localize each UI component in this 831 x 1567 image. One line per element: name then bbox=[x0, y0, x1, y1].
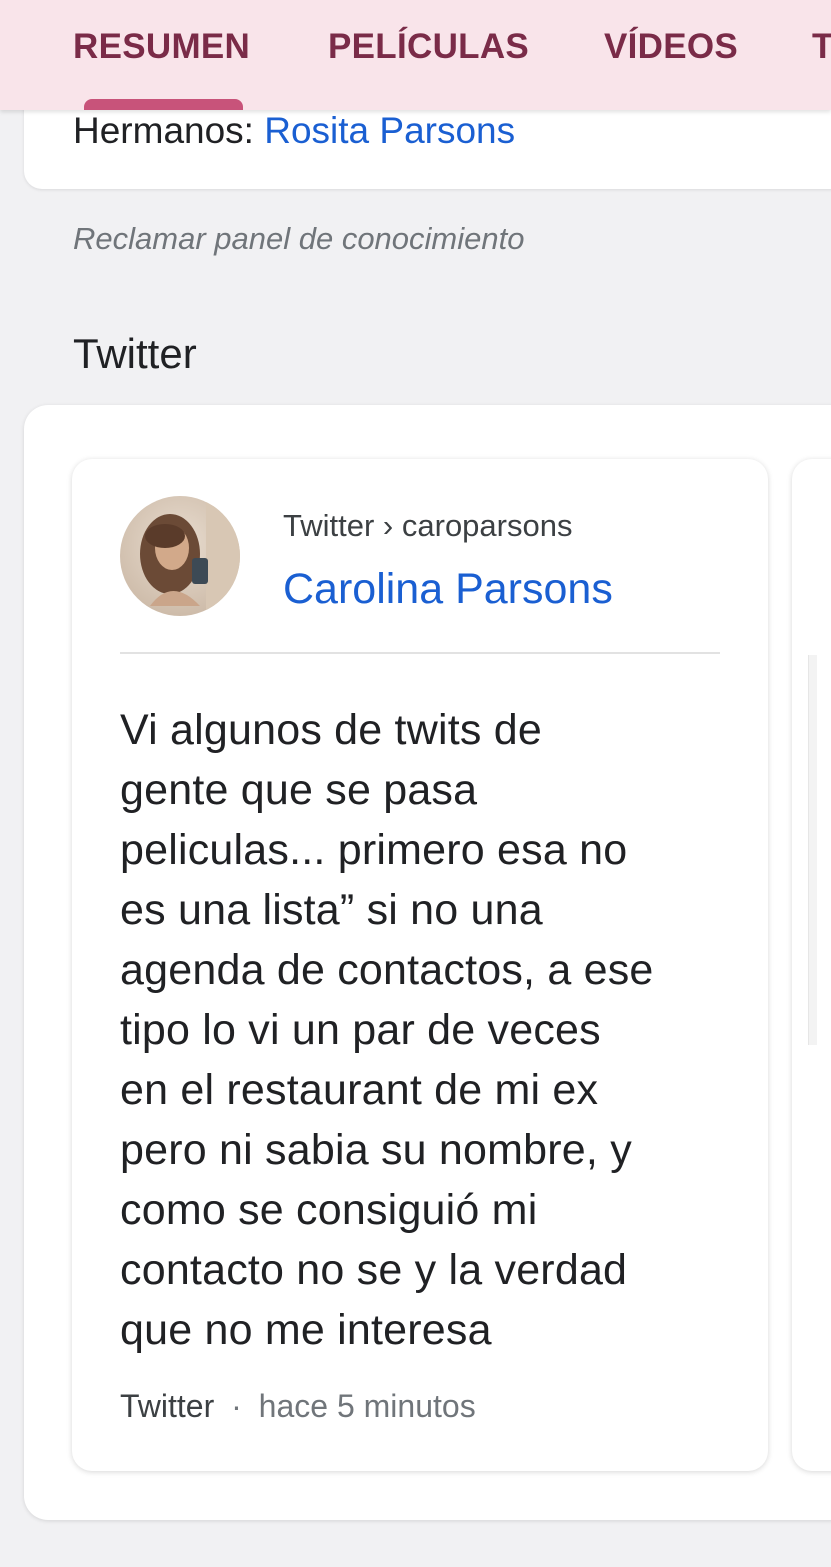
tweet-divider bbox=[120, 652, 720, 654]
siblings-row: Hermanos: Rosita Parsons bbox=[73, 110, 515, 152]
breadcrumb-separator: › bbox=[382, 508, 394, 543]
tweet-line: pero ni sabia su nombre, y bbox=[120, 1126, 632, 1174]
tweet-line: peliculas... primero esa no bbox=[120, 826, 628, 874]
avatar[interactable] bbox=[120, 496, 240, 616]
tab-next-partial[interactable]: T bbox=[812, 27, 831, 67]
tweet-line: en el restaurant de mi ex bbox=[120, 1066, 599, 1114]
siblings-label: Hermanos: bbox=[73, 110, 254, 151]
tab-videos[interactable]: VÍDEOS bbox=[604, 27, 738, 67]
tweet-text: Vi algunos de twits de gente que se pasa… bbox=[120, 700, 740, 1360]
tweet-source-breadcrumb: Twitter › caroparsons bbox=[283, 508, 572, 544]
tweet-timestamp: hace 5 minutos bbox=[258, 1388, 476, 1424]
sibling-link[interactable]: Rosita Parsons bbox=[264, 110, 515, 151]
avatar-photo-icon bbox=[120, 496, 240, 616]
tweet-line: como se consiguió mi bbox=[120, 1186, 538, 1234]
next-tweet-card-edge bbox=[808, 655, 817, 1045]
footer-source: Twitter bbox=[120, 1388, 215, 1424]
tweet-line: Vi algunos de twits de bbox=[120, 706, 542, 754]
footer-dot: · bbox=[231, 1388, 242, 1424]
tweet-line: agenda de contactos, a ese bbox=[120, 946, 654, 994]
source-site: Twitter bbox=[283, 508, 375, 543]
source-handle: caroparsons bbox=[401, 508, 573, 543]
tab-resumen[interactable]: RESUMEN bbox=[73, 27, 250, 67]
tweet-footer: Twitter · hace 5 minutos bbox=[120, 1388, 476, 1425]
twitter-section-heading: Twitter bbox=[73, 330, 197, 377]
tweet-line: que no me interesa bbox=[120, 1306, 492, 1354]
tab-peliculas[interactable]: PELÍCULAS bbox=[328, 27, 529, 67]
claim-panel-link[interactable]: Reclamar panel de conocimiento bbox=[73, 221, 524, 257]
account-name-link[interactable]: Carolina Parsons bbox=[283, 565, 613, 614]
tweet-line: contacto no se y la verdad bbox=[120, 1246, 628, 1294]
active-tab-indicator bbox=[84, 99, 243, 110]
tweet-line: es una lista” si no una bbox=[120, 886, 543, 934]
tweet-line: tipo lo vi un par de veces bbox=[120, 1006, 601, 1054]
tweet-line: gente que se pasa bbox=[120, 766, 478, 814]
tab-bar: RESUMEN PELÍCULAS VÍDEOS T bbox=[0, 0, 831, 110]
